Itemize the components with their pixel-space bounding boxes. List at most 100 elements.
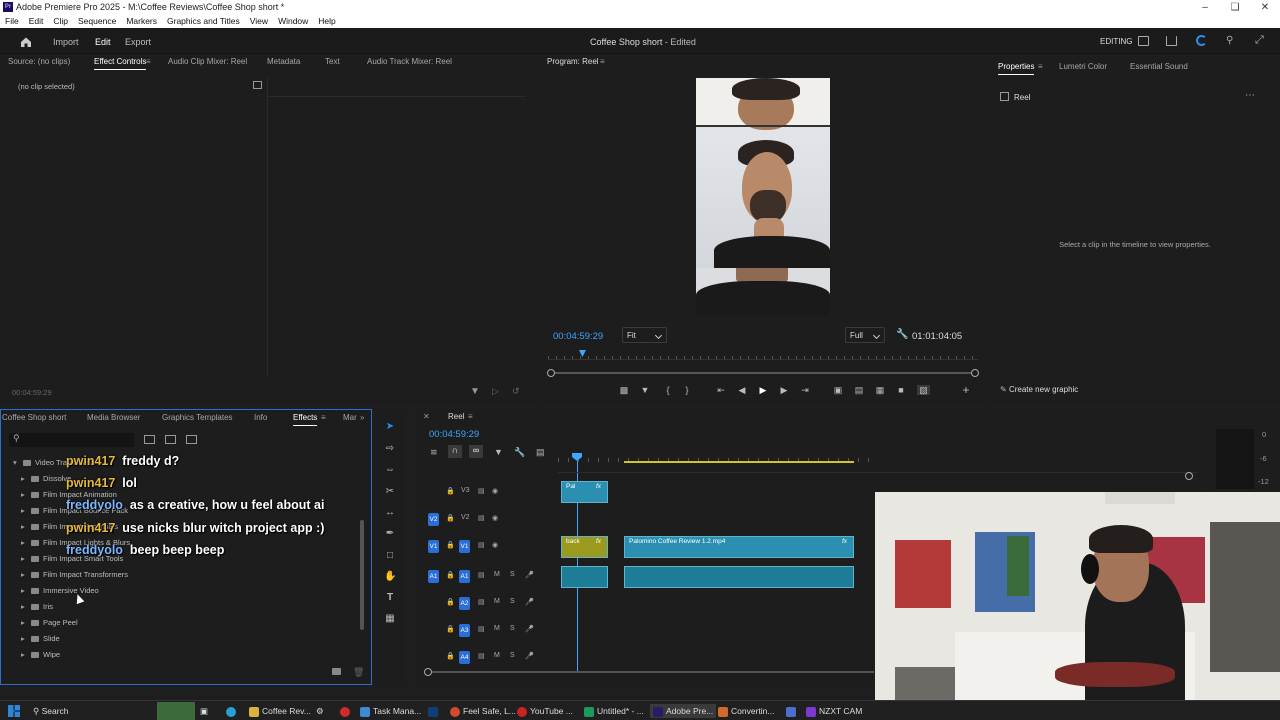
app-icon[interactable] (786, 704, 799, 718)
trash-icon[interactable]: 🗑 (353, 667, 364, 678)
mark-out-icon[interactable]: } (682, 385, 692, 395)
track-label-a1[interactable]: A1 (459, 570, 470, 583)
program-timecode[interactable]: 00:04:59:29 (553, 331, 603, 342)
expand-icon[interactable] (253, 81, 262, 89)
sequence-tab[interactable]: Reel (448, 409, 464, 425)
rectangle-tool-icon[interactable]: □ (384, 550, 396, 562)
taskbar-app-coffee[interactable]: Coffee Rev... (249, 704, 311, 718)
taskbar-app-converting[interactable]: Convertin... (718, 704, 774, 718)
lock-icon[interactable]: 🔒 (446, 487, 455, 495)
track-label-a2[interactable]: A2 (459, 597, 470, 610)
fullscreen-icon[interactable]: ⤢ (1255, 34, 1264, 47)
taskbar-app-untitled[interactable]: Untitled* - ... (584, 704, 644, 718)
step-forward-icon[interactable]: ▶ (779, 385, 789, 395)
nest-icon[interactable]: ≌ (430, 447, 438, 458)
lock-icon[interactable]: 🔒 (446, 598, 455, 606)
effects-scrollbar[interactable] (360, 520, 364, 630)
tab-essential-sound[interactable]: Essential Sound (1130, 59, 1188, 75)
tab-project[interactable]: Coffee Shop short (2, 410, 66, 426)
audio-clip-a1-back[interactable] (561, 566, 608, 588)
audio-clip-a1-main[interactable] (624, 566, 854, 588)
taskbar-app-feel-safe[interactable]: Feel Safe, L... (450, 704, 516, 718)
menu-sequence[interactable]: Sequence (73, 15, 121, 28)
razor-tool-icon[interactable]: ✂ (384, 486, 396, 498)
play-only-icon[interactable]: ▷ (492, 386, 499, 397)
taskbar-search[interactable]: ⚲ Search (33, 704, 69, 718)
zoom-handle-left[interactable] (547, 369, 555, 377)
menu-file[interactable]: File (0, 15, 24, 28)
tab-source[interactable]: Source: (no clips) (8, 54, 70, 70)
ripple-edit-tool-icon[interactable]: ⇔ (384, 464, 396, 476)
share-icon[interactable] (1166, 36, 1177, 46)
menu-window[interactable]: Window (273, 15, 313, 28)
clip-v3[interactable]: Pal fx (561, 481, 608, 503)
selection-tool-icon[interactable]: ➤ (384, 421, 396, 433)
add-button-icon[interactable]: + (961, 384, 971, 396)
mark-in-icon[interactable]: { (663, 385, 673, 395)
menu-view[interactable]: View (245, 15, 273, 28)
nav-export[interactable]: Export (125, 37, 151, 47)
captions-icon[interactable]: ▤ (536, 447, 545, 458)
solo-button[interactable]: S (510, 571, 515, 578)
track-select-tool-icon[interactable]: ⇨ (384, 443, 396, 455)
program-ruler[interactable] (548, 350, 978, 360)
nav-edit[interactable]: Edit (95, 37, 111, 47)
play-button[interactable]: ▶ (758, 385, 768, 395)
lock-icon[interactable]: 🔒 (446, 514, 455, 522)
windows-start-icon[interactable] (8, 705, 20, 717)
opera-icon[interactable] (340, 704, 353, 718)
tab-markers[interactable]: Mar (343, 410, 357, 426)
solo-button[interactable]: S (510, 598, 515, 605)
fit-dropdown[interactable]: Fit (622, 327, 667, 343)
lock-icon[interactable]: 🔒 (446, 652, 455, 660)
workspace-label[interactable]: EDITING (1100, 37, 1132, 46)
add-marker-icon[interactable]: ▼ (494, 447, 503, 457)
source-patch-v1[interactable]: V1 (428, 540, 439, 553)
taskbar-app-premiere[interactable]: Adobe Pre... (650, 704, 717, 718)
wrench-icon[interactable]: 🔧 (896, 329, 908, 340)
clip-v1-back[interactable]: back fx (561, 536, 608, 558)
zoom-handle-right[interactable] (971, 369, 979, 377)
tree-wipe[interactable]: ▸ Wipe (21, 650, 60, 658)
settings-icon[interactable]: ⚙ (316, 704, 324, 718)
minimize-icon[interactable]: – (1190, 0, 1220, 15)
lock-icon[interactable]: 🔒 (446, 541, 455, 549)
mic-icon[interactable]: 🎤 (525, 625, 534, 633)
quality-dropdown[interactable]: Full (845, 327, 885, 343)
mute-button[interactable]: M (494, 571, 500, 578)
sync-lock-icon[interactable]: ▤ (478, 487, 485, 495)
tab-properties[interactable]: Properties (998, 59, 1035, 75)
mic-icon[interactable]: 🎤 (525, 598, 534, 606)
timeline-scrollbar[interactable] (426, 671, 874, 673)
sync-icon[interactable] (1196, 35, 1207, 46)
hand-tool-icon[interactable]: ✋ (384, 571, 396, 583)
go-to-out-icon[interactable]: ⇥ (800, 385, 810, 395)
tab-lumetri-color[interactable]: Lumetri Color (1059, 59, 1107, 75)
edge-icon[interactable] (226, 704, 239, 718)
mute-button[interactable]: M (494, 598, 500, 605)
tree-page-peel[interactable]: ▸ Page Peel (21, 618, 78, 627)
panel-menu-icon[interactable]: ≡ (146, 54, 151, 70)
lock-icon[interactable]: 🔒 (446, 571, 455, 579)
source-patch-v2[interactable]: V2 (428, 513, 439, 526)
marker-in-icon[interactable]: ▩ (619, 385, 629, 395)
taskbar-app-task-manager[interactable]: Task Mana... (360, 704, 421, 718)
tree-film-impact-transformers[interactable]: ▸ Film Impact Transformers (21, 570, 128, 579)
mute-button[interactable]: M (494, 652, 500, 659)
sync-lock-icon[interactable]: ▤ (478, 652, 485, 660)
sync-lock-icon[interactable]: ▤ (478, 514, 485, 522)
program-zoom-bar[interactable] (552, 372, 975, 374)
create-graphic-button[interactable]: ✎ Create new graphic (1000, 385, 1078, 394)
timeline-menu-icon[interactable]: ≡ (468, 409, 473, 425)
eye-icon[interactable]: ◉ (492, 487, 498, 495)
vertical-zoom-handle[interactable] (1185, 472, 1193, 480)
clip-v1-main[interactable]: Palomino Coffee Review 1.2.mp4 fx (624, 536, 854, 558)
slip-tool-icon[interactable]: ↔ (384, 507, 396, 519)
mic-icon[interactable]: 🎤 (525, 571, 534, 579)
taskbar-app-nzxt[interactable]: NZXT CAM (806, 704, 862, 718)
more-icon[interactable]: ⋯ (1245, 90, 1255, 101)
tab-metadata[interactable]: Metadata (267, 54, 300, 70)
tab-audio-track-mixer[interactable]: Audio Track Mixer: Reel (367, 54, 452, 70)
menu-graphics[interactable]: Graphics and Titles (162, 15, 245, 28)
close-icon[interactable]: ✕ (1250, 0, 1280, 15)
